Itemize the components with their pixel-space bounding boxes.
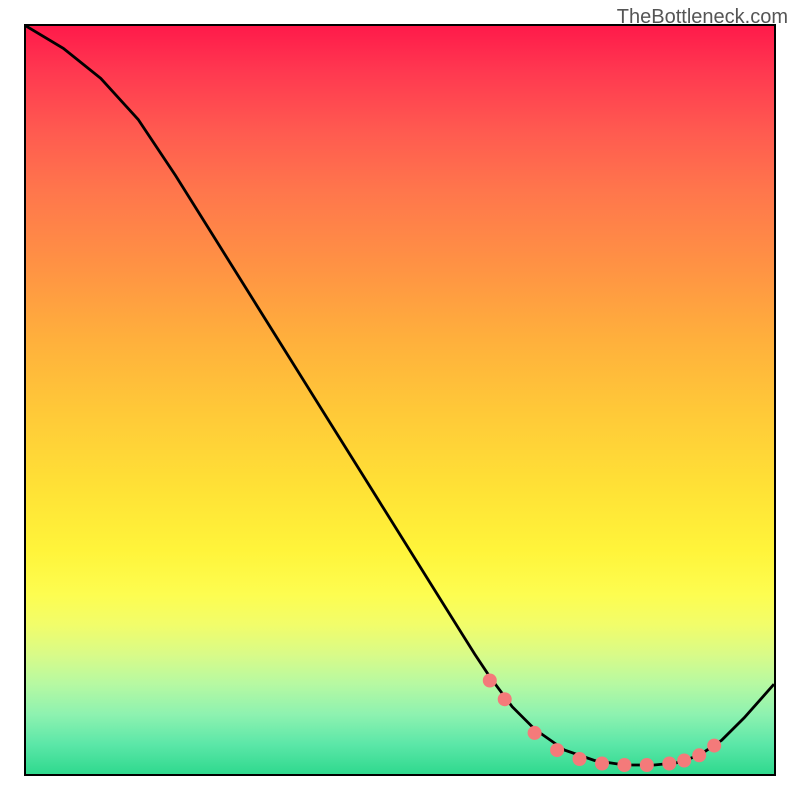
dot <box>677 754 691 768</box>
watermark-text: TheBottleneck.com <box>617 6 788 29</box>
dot <box>617 758 631 772</box>
dot <box>483 674 497 688</box>
dot <box>692 748 706 762</box>
curve-dots <box>483 674 721 773</box>
chart-svg <box>26 26 774 774</box>
plot-area <box>24 24 776 776</box>
dot <box>498 692 512 706</box>
dot <box>573 752 587 766</box>
chart-container: TheBottleneck.com <box>0 0 800 800</box>
dot <box>595 757 609 771</box>
dot <box>662 757 676 771</box>
dot <box>528 726 542 740</box>
dot <box>707 739 721 753</box>
dot <box>640 758 654 772</box>
dot <box>550 743 564 757</box>
curve-line <box>26 26 774 765</box>
